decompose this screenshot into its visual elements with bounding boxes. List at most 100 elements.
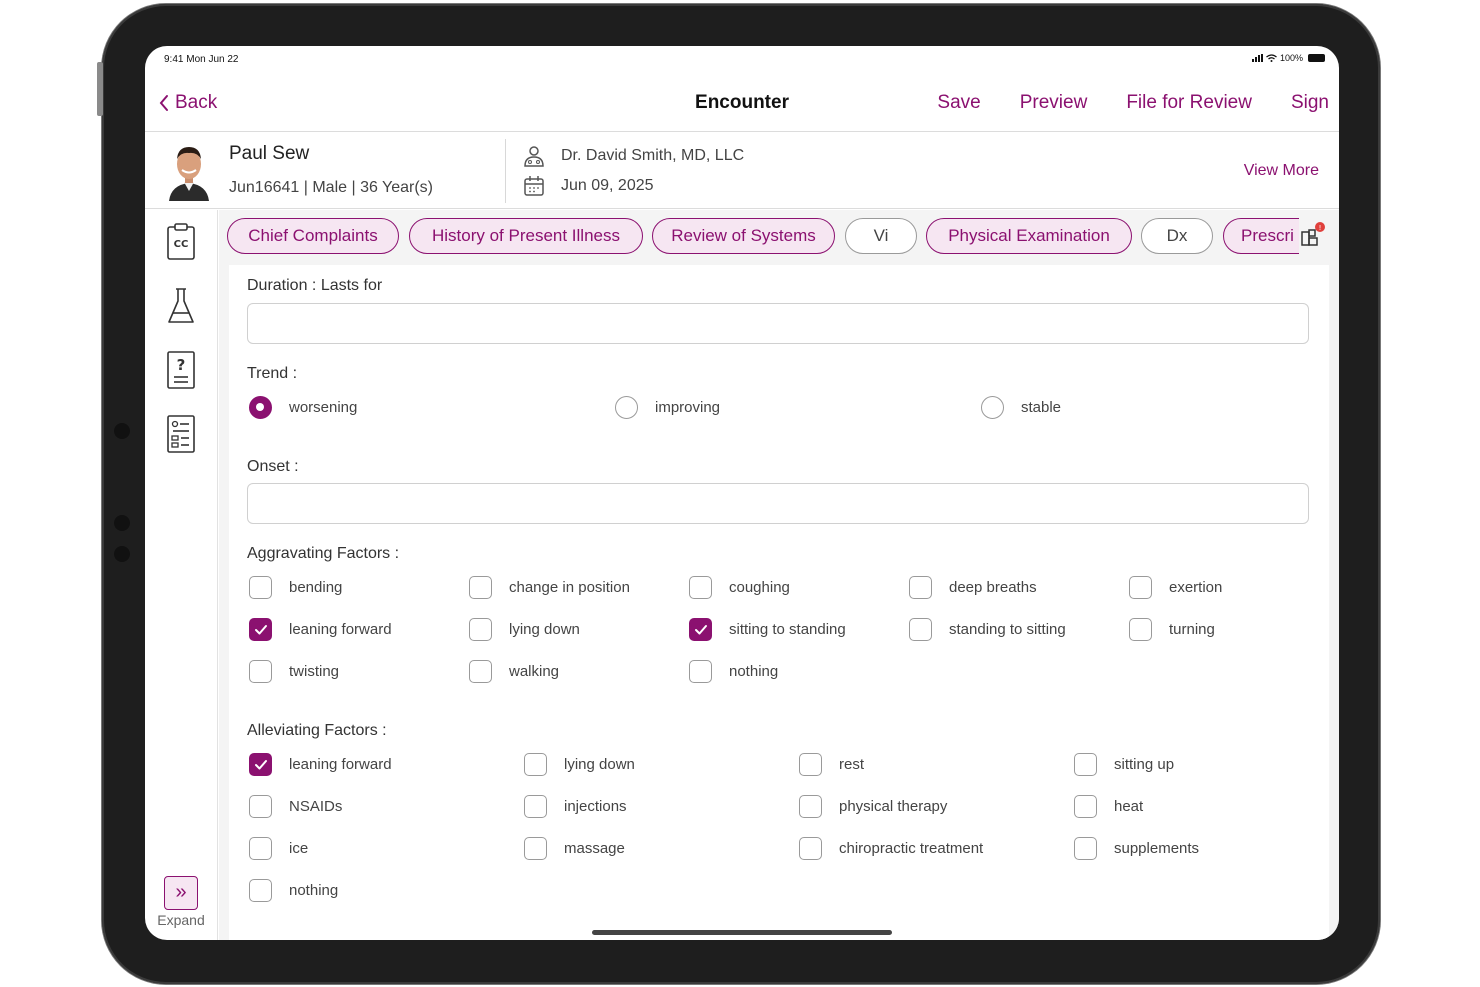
patient-header: Paul Sew Jun16641 | Male | 36 Year(s) Dr… [145, 133, 1339, 209]
checkbox-label: injections [564, 798, 627, 815]
sidebar-item-reports[interactable] [164, 414, 198, 454]
checkbox-label: turning [1169, 621, 1215, 638]
device-sensor-dot [114, 546, 130, 562]
checkbox-label: nothing [729, 663, 779, 680]
agg-checkbox[interactable]: twisting [249, 660, 339, 683]
agg-checkbox[interactable]: lying down [469, 618, 580, 641]
checkbox-empty-icon [524, 753, 547, 776]
agg-checkbox[interactable]: change in position [469, 576, 630, 599]
agg-checkbox[interactable]: nothing [689, 660, 778, 683]
checkbox-empty-icon [469, 660, 492, 683]
battery-percent: 100% [1279, 53, 1303, 63]
checkbox-empty-icon [249, 660, 272, 683]
sidebar-item-chief-complaints[interactable]: CC [164, 222, 198, 262]
checkbox-empty-icon [1074, 837, 1097, 860]
checkbox-label: sitting to standing [729, 621, 846, 638]
all-checkbox[interactable]: leaning forward [249, 753, 392, 776]
date-row: Jun 09, 2025 [523, 175, 654, 197]
home-indicator [592, 930, 892, 935]
tab-history-present-illness[interactable]: History of Present Illness [409, 218, 643, 254]
header-divider [505, 139, 506, 203]
all-checkbox[interactable]: supplements [1074, 837, 1199, 860]
signal-icon [1251, 54, 1263, 62]
preview-button[interactable]: Preview [1020, 92, 1088, 114]
save-button[interactable]: Save [937, 92, 980, 114]
cc-clipboard-icon: CC [167, 223, 195, 260]
checkbox-label: lying down [509, 621, 580, 638]
checkbox-label: leaning forward [289, 756, 392, 773]
agg-checkbox[interactable]: standing to sitting [909, 618, 1066, 641]
main-content: Chief Complaints History of Present Illn… [219, 210, 1339, 940]
checkbox-label: massage [564, 840, 625, 857]
sidebar: CC ? » Expand [145, 210, 218, 940]
screen: 9:41 Mon Jun 22 100% Back Encounter Save… [145, 46, 1339, 940]
all-checkbox[interactable]: rest [799, 753, 864, 776]
radio-unselected [981, 396, 1004, 419]
all-checkbox[interactable]: massage [524, 837, 625, 860]
double-chevron-right-icon: » [164, 876, 198, 910]
checkbox-checked-icon [689, 618, 712, 641]
all-checkbox[interactable]: lying down [524, 753, 635, 776]
checkbox-label: heat [1114, 798, 1144, 815]
checkbox-empty-icon [909, 618, 932, 641]
trend-improving-radio[interactable]: improving [615, 396, 720, 419]
trend-stable-radio[interactable]: stable [981, 396, 1061, 419]
all-checkbox[interactable]: NSAIDs [249, 795, 342, 818]
svg-text:?: ? [177, 356, 186, 374]
checkbox-empty-icon [909, 576, 932, 599]
tab-physical-examination[interactable]: Physical Examination [926, 218, 1132, 254]
agg-checkbox[interactable]: bending [249, 576, 342, 599]
sidebar-item-questionnaire[interactable]: ? [164, 350, 198, 390]
tab-grid-menu-icon[interactable]: ! [1299, 220, 1327, 250]
duration-input[interactable] [247, 303, 1309, 344]
expand-button[interactable]: » Expand [156, 876, 206, 928]
checkbox-empty-icon [1074, 753, 1097, 776]
radio-selected [249, 396, 272, 419]
all-checkbox[interactable]: nothing [249, 879, 338, 902]
all-checkbox[interactable]: ice [249, 837, 308, 860]
checkbox-empty-icon [249, 795, 272, 818]
tab-dx[interactable]: Dx [1141, 218, 1213, 254]
checkbox-label: physical therapy [839, 798, 948, 815]
trend-worsening-radio[interactable]: worsening [249, 396, 357, 419]
agg-checkbox[interactable]: turning [1129, 618, 1215, 641]
agg-checkbox[interactable]: exertion [1129, 576, 1222, 599]
checkbox-label: lying down [564, 756, 635, 773]
agg-checkbox[interactable]: sitting to standing [689, 618, 846, 641]
tab-vitals[interactable]: Vi [845, 218, 917, 254]
aggravating-label: Aggravating Factors : [247, 545, 400, 562]
tab-chief-complaints[interactable]: Chief Complaints [227, 218, 399, 254]
checkbox-label: ice [289, 840, 309, 857]
checkbox-checked-icon [249, 618, 272, 641]
sidebar-item-labs[interactable] [164, 286, 198, 326]
status-right: 100% [1251, 53, 1325, 63]
file-for-review-button[interactable]: File for Review [1126, 92, 1252, 114]
checkbox-empty-icon [689, 660, 712, 683]
checkbox-label: walking [509, 663, 560, 680]
lab-flask-icon [168, 288, 194, 323]
checkbox-label: standing to sitting [949, 621, 1066, 638]
checkbox-label: rest [839, 756, 865, 773]
checkbox-empty-icon [469, 576, 492, 599]
sign-button[interactable]: Sign [1291, 92, 1329, 114]
all-checkbox[interactable]: injections [524, 795, 627, 818]
checkbox-empty-icon [524, 837, 547, 860]
all-checkbox[interactable]: sitting up [1074, 753, 1174, 776]
onset-input[interactable] [247, 483, 1309, 524]
checkbox-empty-icon [1074, 795, 1097, 818]
tab-review-of-systems[interactable]: Review of Systems [652, 218, 835, 254]
checkbox-label: sitting up [1114, 756, 1175, 773]
patient-meta: Jun16641 | Male | 36 Year(s) [229, 179, 433, 196]
view-more-link[interactable]: View More [1244, 162, 1319, 180]
tab-prescriptions[interactable]: Prescri [1223, 218, 1299, 254]
all-checkbox[interactable]: physical therapy [799, 795, 947, 818]
alleviating-label: Alleviating Factors : [247, 722, 387, 739]
agg-checkbox[interactable]: walking [469, 660, 559, 683]
agg-checkbox[interactable]: leaning forward [249, 618, 392, 641]
duration-label: Duration : Lasts for [247, 277, 383, 294]
agg-checkbox[interactable]: coughing [689, 576, 790, 599]
checkbox-label: NSAIDs [289, 798, 343, 815]
all-checkbox[interactable]: heat [1074, 795, 1143, 818]
agg-checkbox[interactable]: deep breaths [909, 576, 1037, 599]
all-checkbox[interactable]: chiropractic treatment [799, 837, 983, 860]
